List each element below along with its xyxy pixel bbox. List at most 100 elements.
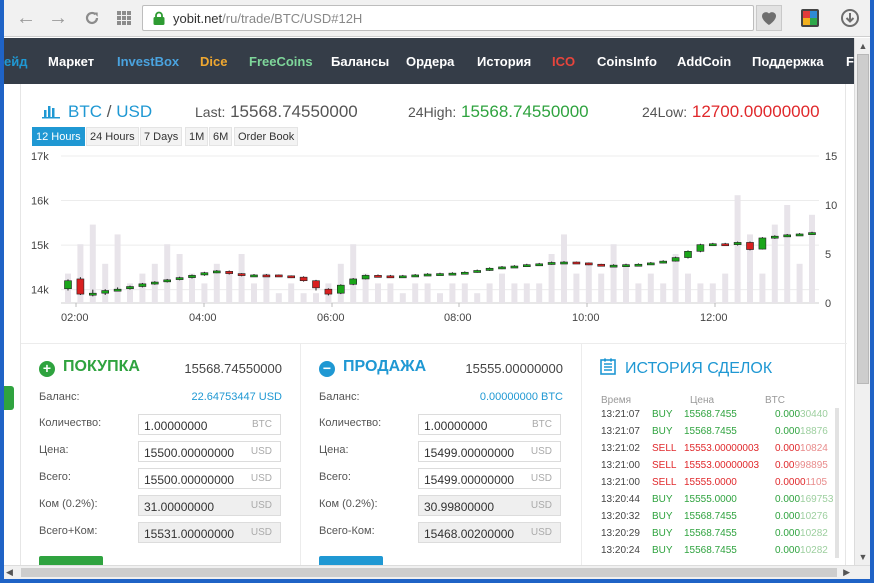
nav-item-orders[interactable]: Ордера: [406, 54, 454, 69]
buy-amount-input[interactable]: 1.00000000 BTC: [138, 414, 281, 435]
candle-body: [770, 235, 779, 239]
buy-amount-label: Количество:: [39, 417, 102, 429]
candle-body: [113, 288, 122, 292]
range-order-book[interactable]: Order Book: [234, 127, 299, 146]
buy-title: + ПОКУПКА: [39, 358, 140, 377]
nav-item-support[interactable]: Поддержка: [752, 54, 824, 69]
scroll-thumb[interactable]: [857, 54, 869, 384]
nav-item-addcoin[interactable]: AddCoin: [677, 54, 731, 69]
low-24h: 24Low: 12700.00000000: [642, 102, 820, 121]
vertical-scrollbar[interactable]: ▲ ▼: [854, 38, 870, 565]
history-time: 13:21:00: [601, 460, 640, 471]
nav-item-dice[interactable]: Dice: [200, 54, 227, 69]
candle-body: [76, 278, 85, 295]
buy-balance-value[interactable]: 22.64753447 USD: [191, 391, 282, 403]
history-time: 13:21:02: [601, 443, 640, 454]
buy-total-input[interactable]: 15500.00000000 USD: [138, 468, 281, 489]
nav-item-coinsinfo[interactable]: CoinsInfo: [597, 54, 657, 69]
nav-item-more[interactable]: F: [846, 54, 854, 69]
volume-bar: [685, 273, 691, 303]
browser-window: ← → yobit.net/ru/trade/BTC/USD#12H ейд М…: [0, 0, 874, 583]
sell-amount-input[interactable]: 1.00000000 BTC: [418, 414, 561, 435]
nav-item-investbox[interactable]: InvestBox: [117, 54, 179, 69]
candle-body: [275, 274, 283, 278]
candle-body: [188, 275, 196, 278]
volume-bar: [573, 273, 580, 303]
scroll-left-arrow-icon[interactable]: ◀: [6, 567, 13, 578]
ticker-bar: BTC / USD Last: 15568.74550000 24High: 1…: [21, 84, 847, 128]
buy-price-label: Цена:: [39, 444, 69, 456]
history-amount: 0.00010282: [775, 545, 828, 556]
candle-body: [126, 286, 134, 290]
range-6m[interactable]: 6M: [209, 127, 233, 146]
volume-bar: [511, 283, 518, 303]
back-arrow-icon[interactable]: ←: [14, 6, 38, 30]
trade-panel: BTC / USD Last: 15568.74550000 24High: 1…: [20, 84, 847, 570]
buy-fee-field: 31.00000000 USD: [138, 495, 281, 516]
volume-bar: [585, 263, 592, 303]
range-7-days[interactable]: 7 Days: [140, 127, 183, 146]
bookmark-heart-icon[interactable]: [756, 5, 782, 31]
sell-balance-value[interactable]: 0.00000000 BTC: [480, 391, 563, 403]
history-price: 15568.7455: [684, 545, 737, 556]
range-1m[interactable]: 1M: [185, 127, 209, 146]
extension-icon[interactable]: [798, 6, 822, 30]
candle-body: [795, 233, 804, 237]
candle-body: [138, 283, 147, 287]
volume-bar: [709, 283, 716, 303]
sell-panel: − ПРОДАЖА 15555.00000000 Баланс: 0.000000…: [301, 343, 582, 570]
candle-body: [398, 275, 407, 279]
forward-arrow-icon[interactable]: →: [46, 6, 70, 30]
price-chart[interactable]: 14k 15k 16k 17k 0 5 10 15 02:00 04:00 06:00 08:00 10…: [21, 150, 847, 330]
x-axis-tick-label: 12:00: [700, 312, 728, 324]
horizontal-scrollbar[interactable]: ◀ ▶: [4, 565, 870, 579]
reload-icon[interactable]: [80, 6, 104, 30]
candle-body: [758, 237, 767, 250]
history-price: 15553.00000003: [684, 460, 760, 471]
site-nav: ейд Маркет InvestBox Dice FreeCoins Бала…: [4, 38, 854, 84]
scroll-up-arrow-icon[interactable]: ▲: [855, 38, 870, 54]
horizontal-scroll-thumb[interactable]: [21, 568, 837, 577]
volume-bar: [300, 293, 307, 303]
side-tab[interactable]: [4, 386, 14, 410]
sell-total-input[interactable]: 15499.00000000 USD: [418, 468, 561, 489]
buy-best-price[interactable]: 15568.74550000: [184, 361, 282, 376]
history-scrollbar[interactable]: [835, 408, 839, 558]
history-time: 13:21:07: [601, 409, 640, 420]
buy-fee-label: Ком (0.2%):: [39, 498, 98, 510]
nav-item-trade[interactable]: ейд: [4, 54, 27, 69]
download-icon[interactable]: [838, 6, 862, 30]
candle-body: [560, 261, 568, 265]
nav-item-balances[interactable]: Балансы: [331, 54, 389, 69]
history-type: BUY: [652, 494, 673, 505]
scroll-down-arrow-icon[interactable]: ▼: [855, 549, 870, 565]
volume-bar: [139, 273, 146, 303]
volume-bar: [263, 273, 270, 303]
candle-body: [287, 275, 296, 279]
candle-body: [312, 280, 320, 289]
history-time: 13:21:00: [601, 477, 640, 488]
sell-price-input[interactable]: 15499.00000000 USD: [418, 441, 561, 462]
volume-bar: [647, 273, 654, 303]
buy-price-input[interactable]: 15500.00000000 USD: [138, 441, 281, 462]
range-24-hours[interactable]: 24 Hours: [86, 127, 139, 146]
sell-best-price[interactable]: 15555.00000000: [465, 361, 563, 376]
candle-body: [436, 273, 444, 276]
range-12-hours[interactable]: 12 Hours: [32, 127, 85, 146]
nav-item-ico[interactable]: ICO: [552, 54, 575, 69]
volume-bar: [548, 254, 555, 303]
scroll-right-arrow-icon[interactable]: ▶: [843, 567, 850, 578]
nav-item-market[interactable]: Маркет: [48, 54, 94, 69]
ledger-icon: [600, 358, 616, 375]
candle-body: [237, 273, 246, 276]
apps-grid-icon[interactable]: [112, 6, 136, 30]
address-bar[interactable]: yobit.net/ru/trade/BTC/USD#12H: [142, 5, 754, 31]
pair-label[interactable]: BTC / USD: [68, 102, 152, 122]
history-time: 13:20:44: [601, 494, 640, 505]
candle-body: [448, 272, 457, 276]
y-axis-tick-label: 14k: [31, 285, 49, 297]
nav-item-history[interactable]: История: [477, 54, 531, 69]
y2-axis-tick-label: 10: [825, 200, 837, 212]
nav-item-freecoins[interactable]: FreeCoins: [249, 54, 313, 69]
volume-bar: [610, 244, 617, 303]
